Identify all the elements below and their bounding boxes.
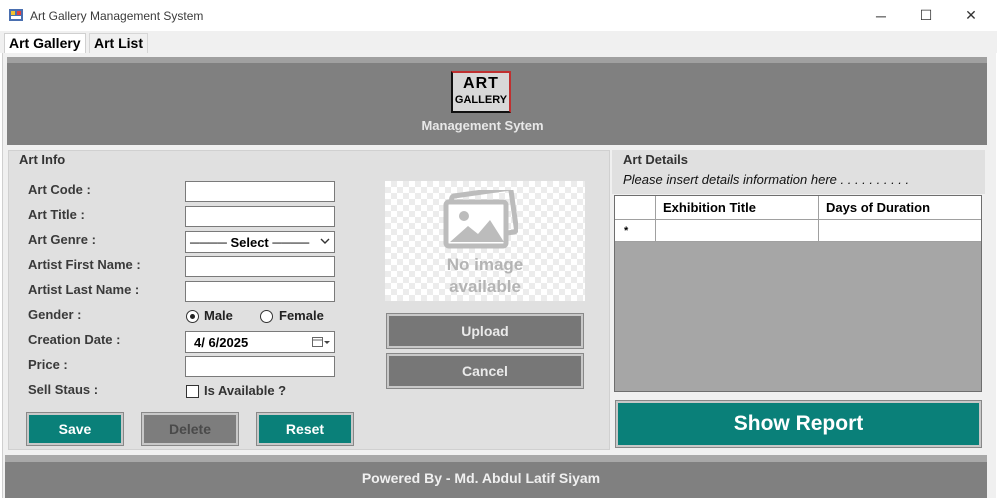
tab-art-list[interactable]: Art List <box>89 33 148 53</box>
is-available-checkbox[interactable] <box>186 385 199 398</box>
reset-button[interactable]: Reset <box>256 412 354 446</box>
maximize-icon: ☐ <box>919 7 933 23</box>
creation-date-picker[interactable]: 4/ 6/2025 <box>185 331 335 353</box>
creation-date-value: 4/ 6/2025 <box>194 334 249 350</box>
art-code-label: Art Code : <box>28 182 91 197</box>
gender-female-radio[interactable] <box>260 310 273 323</box>
artist-last-name-label: Artist Last Name : <box>28 282 140 297</box>
price-input[interactable] <box>185 356 335 377</box>
creation-date-label: Creation Date : <box>28 332 121 347</box>
art-title-label: Art Title : <box>28 207 85 222</box>
upload-button[interactable]: Upload <box>386 313 584 349</box>
column-header-exhibition-title[interactable]: Exhibition Title <box>656 196 819 220</box>
artist-last-name-input[interactable] <box>185 281 335 302</box>
image-placeholder-icon <box>443 190 518 249</box>
sell-status-label: Sell Staus : <box>28 382 99 397</box>
art-genre-select[interactable]: ──── Select ──── <box>185 231 335 253</box>
gender-male-label: Male <box>204 308 233 323</box>
tab-art-gallery[interactable]: Art Gallery <box>4 33 86 54</box>
maximize-button[interactable]: ☐ <box>903 0 949 31</box>
header-subtitle: Management Sytem <box>421 118 544 133</box>
gender-label: Gender : <box>28 307 82 322</box>
delete-button[interactable]: Delete <box>141 412 239 446</box>
gallery-logo: ART GALLERY <box>451 71 511 113</box>
minimize-icon: ─ <box>876 7 886 24</box>
gender-male-radio[interactable] <box>186 310 199 323</box>
new-row-days-of-duration-cell[interactable] <box>819 220 981 242</box>
logo-line1: ART <box>463 75 499 92</box>
cancel-button[interactable]: Cancel <box>386 353 584 389</box>
art-details-hint: Please insert details information here .… <box>623 172 910 187</box>
column-header-days-of-duration[interactable]: Days of Duration <box>819 196 981 220</box>
price-label: Price : <box>28 357 68 372</box>
gender-female-label: Female <box>279 308 324 323</box>
art-title-input[interactable] <box>185 206 335 227</box>
art-details-title: Art Details <box>623 152 689 167</box>
no-image-line2: available <box>449 277 521 296</box>
art-info-title: Art Info <box>19 152 66 167</box>
close-icon: ✕ <box>965 7 977 23</box>
tab-strip <box>0 31 997 53</box>
artist-first-name-input[interactable] <box>185 256 335 277</box>
logo-line2: GALLERY <box>454 94 508 106</box>
artist-first-name-label: Artist First Name : <box>28 257 141 272</box>
new-row-marker: * <box>615 220 656 242</box>
is-available-label: Is Available ? <box>204 383 287 398</box>
app-icon <box>9 9 23 21</box>
no-image-line1: No image <box>446 255 524 274</box>
grid-corner-header <box>615 196 656 220</box>
art-genre-label: Art Genre : <box>28 232 96 247</box>
save-button[interactable]: Save <box>26 412 124 446</box>
chevron-down-icon <box>320 236 330 249</box>
window-title: Art Gallery Management System <box>30 9 204 23</box>
close-button[interactable]: ✕ <box>948 0 994 31</box>
window-titlebar: Art Gallery Management System ─ ☐ ✕ <box>0 0 997 31</box>
new-row-exhibition-title-cell[interactable] <box>656 220 819 242</box>
show-report-button[interactable]: Show Report <box>615 400 982 448</box>
calendar-icon[interactable] <box>312 336 330 351</box>
footer-credit: Powered By - Md. Abdul Latif Siyam <box>361 470 601 486</box>
art-code-input[interactable] <box>185 181 335 202</box>
minimize-button[interactable]: ─ <box>858 0 904 31</box>
art-genre-value: ──── Select ──── <box>190 234 310 250</box>
no-image-text: No image available <box>385 254 585 298</box>
